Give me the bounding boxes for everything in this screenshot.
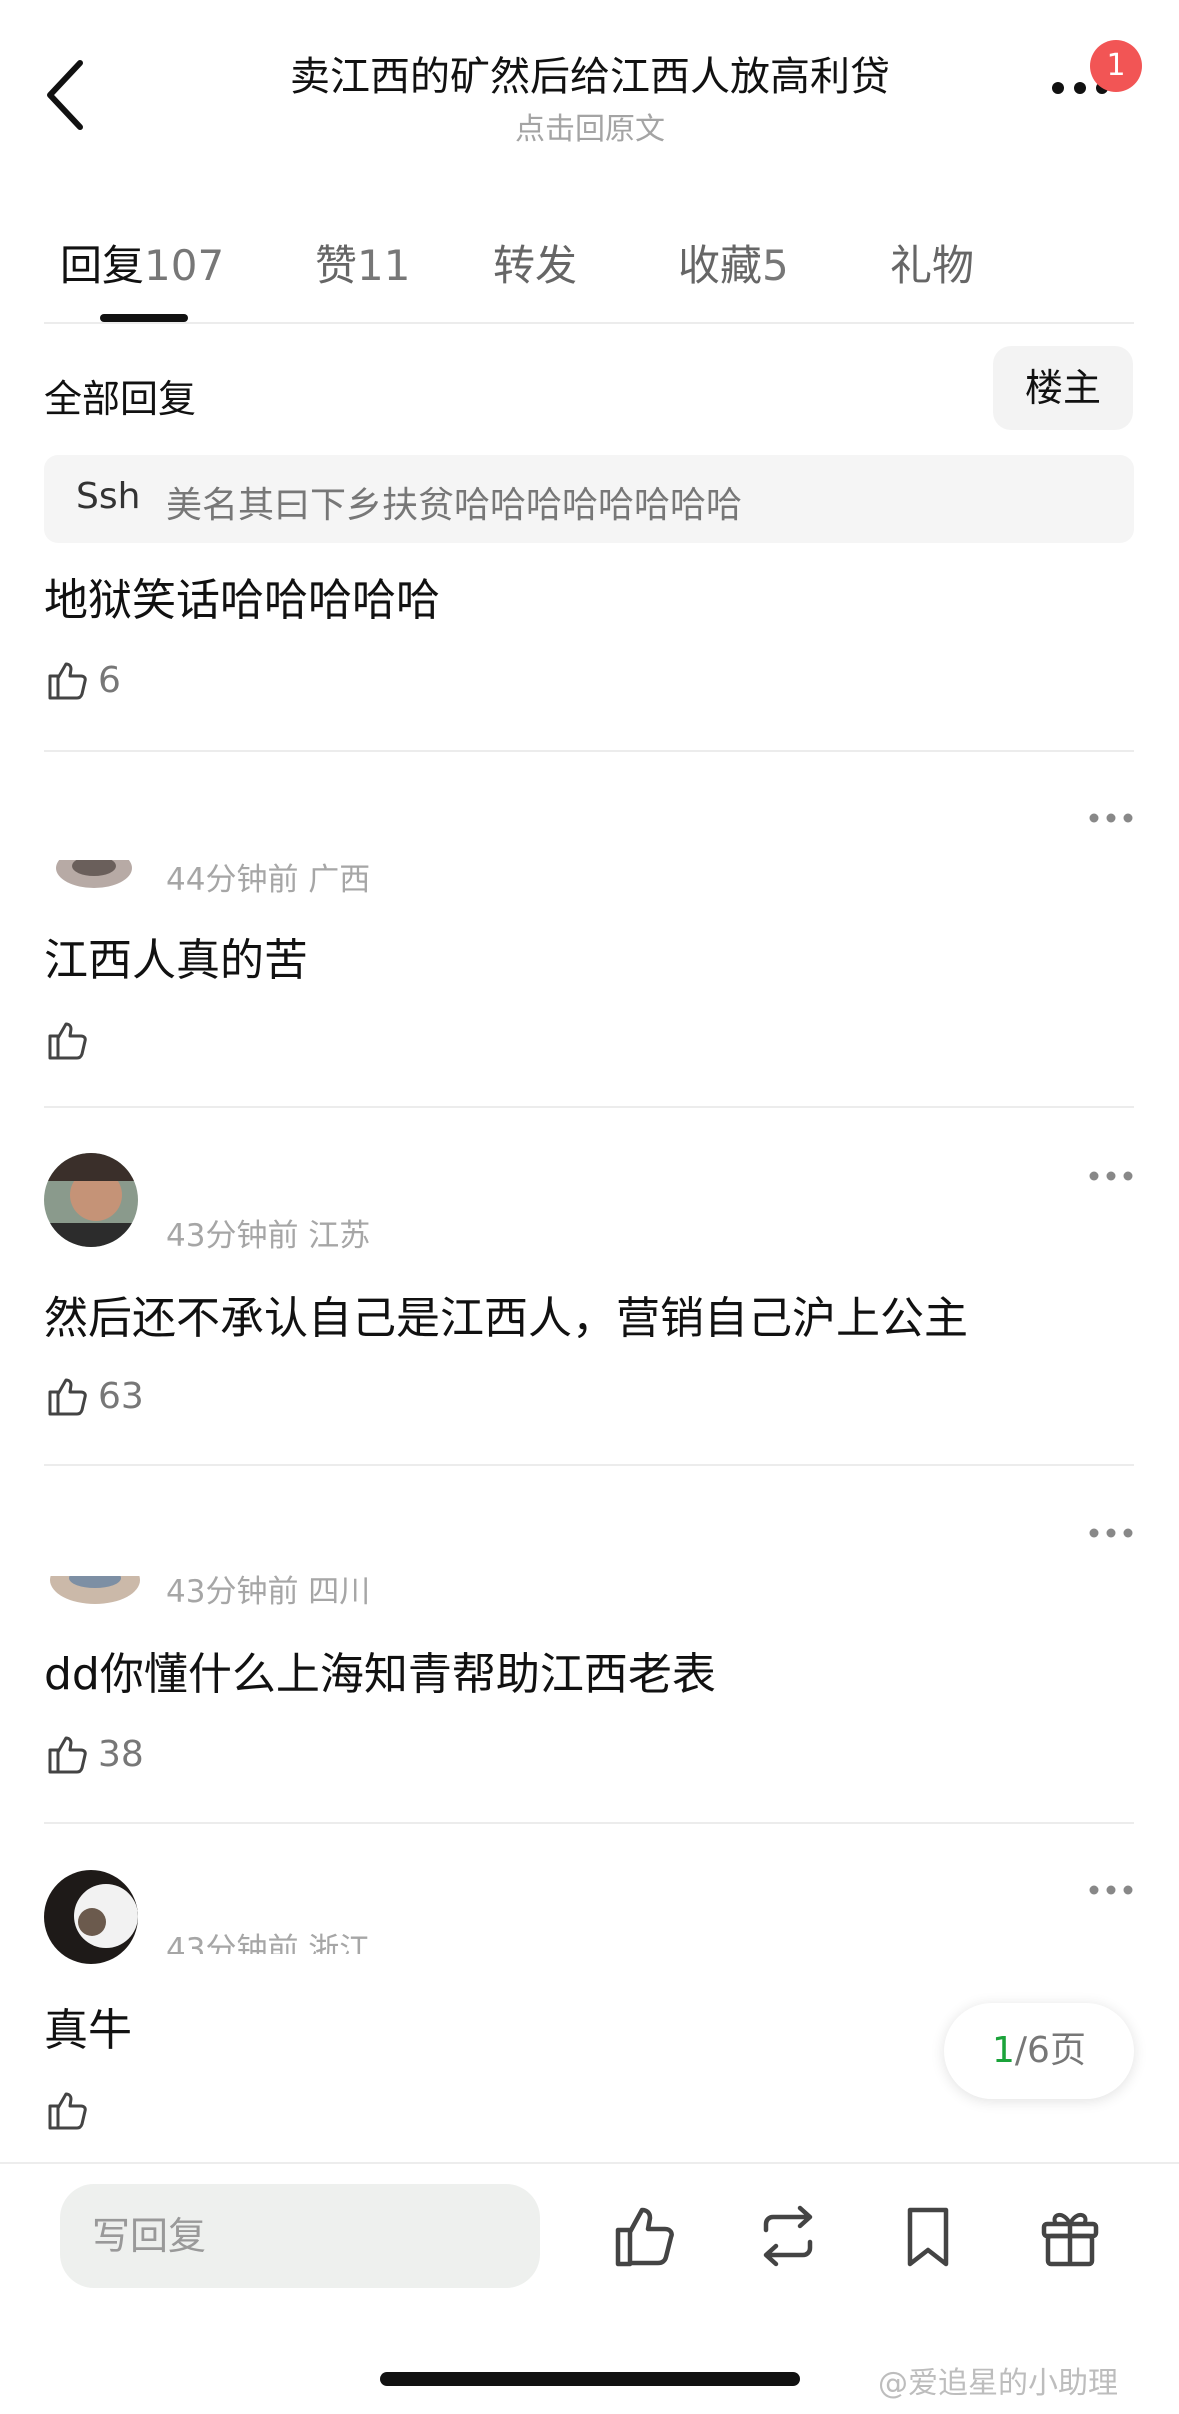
comment-more-icon[interactable] <box>1088 812 1134 824</box>
comment-meta: 43分钟前 江苏 <box>166 1218 371 1254</box>
tab-label: 礼物 <box>890 241 975 290</box>
thumbs-up-icon <box>48 662 87 700</box>
comment-more-icon[interactable] <box>1088 1884 1134 1896</box>
bookmark-icon[interactable] <box>892 2200 964 2272</box>
repost-icon[interactable] <box>752 2200 824 2272</box>
comment-meta: 44分钟前 广西 <box>166 862 371 898</box>
like-button[interactable]: 63 <box>44 1368 144 1424</box>
comment-text: dd你懂什么上海知青帮助江西老表 <box>44 1649 716 1700</box>
divider <box>44 1106 1134 1108</box>
back-to-original-link[interactable]: 点击回原文 <box>200 104 980 148</box>
like-button[interactable] <box>44 2082 98 2138</box>
all-replies-label: 全部回复 <box>44 377 197 421</box>
avatar-image <box>50 1576 140 1604</box>
avatar-image <box>56 860 132 888</box>
tab-reposts[interactable]: 转发 <box>493 232 577 293</box>
tab-label: 收藏 <box>678 241 763 290</box>
thumbs-up-icon <box>48 2092 87 2130</box>
tab-label: 转发 <box>493 241 578 290</box>
tab-likes[interactable]: 赞11 <box>315 232 410 293</box>
avatar[interactable] <box>44 1870 138 1964</box>
divider <box>44 1464 1134 1466</box>
comment-text: 真牛 <box>44 2005 132 2056</box>
home-indicator[interactable] <box>380 2372 800 2386</box>
page-indicator[interactable]: 1/6页 <box>944 2003 1134 2099</box>
like-count: 63 <box>98 1375 144 1417</box>
avatar[interactable] <box>44 1153 138 1247</box>
avatar-image <box>44 1153 138 1247</box>
tab-label: 回复 <box>60 241 145 290</box>
divider <box>44 322 1134 324</box>
thumbs-up-icon <box>48 1022 87 1060</box>
thumbs-up-icon <box>48 1736 87 1774</box>
reply-input[interactable] <box>60 2184 540 2288</box>
gift-icon[interactable] <box>1034 2200 1106 2272</box>
avatar[interactable] <box>56 860 132 890</box>
post-title[interactable]: 卖江西的矿然后给江西人放高利贷 <box>200 44 980 102</box>
like-count: 38 <box>98 1733 144 1775</box>
like-post-icon[interactable] <box>610 2200 682 2272</box>
tab-gifts[interactable]: 礼物 <box>890 232 974 293</box>
like-count: 6 <box>98 659 121 701</box>
like-button[interactable]: 6 <box>44 652 121 708</box>
comment-meta: 43分钟前 浙江 <box>166 1932 371 1954</box>
avatar-image <box>44 1870 138 1964</box>
tab-count: 11 <box>357 241 411 290</box>
quoted-text: 美名其曰下乡扶贫哈哈哈哈哈哈哈哈 <box>166 485 743 526</box>
divider <box>44 1822 1134 1824</box>
comment-more-icon[interactable] <box>1088 1170 1134 1182</box>
back-arrow-icon[interactable] <box>38 55 98 135</box>
comment-more-icon[interactable] <box>1088 1527 1134 1539</box>
quoted-username[interactable]: Ssh <box>76 476 140 517</box>
comment-meta: 43分钟前 四川 <box>166 1574 371 1610</box>
avatar[interactable] <box>50 1576 140 1604</box>
current-page: 1 <box>992 2030 1015 2071</box>
like-button[interactable]: 38 <box>44 1726 144 1782</box>
like-button[interactable] <box>44 1012 98 1068</box>
divider <box>44 750 1134 752</box>
tab-label: 赞 <box>315 241 358 290</box>
total-pages: /6页 <box>1014 2030 1086 2071</box>
tab-replies[interactable]: 回复107 <box>60 232 224 293</box>
notification-badge: 1 <box>1090 40 1142 92</box>
comment-text: 地狱笑话哈哈哈哈哈 <box>44 575 440 626</box>
tab-count: 107 <box>144 241 225 290</box>
thumbs-up-icon <box>48 1378 87 1416</box>
tab-favorites[interactable]: 收藏5 <box>678 232 789 293</box>
comment-text: 然后还不承认自己是江西人，营销自己沪上公主 <box>44 1293 968 1344</box>
op-only-button[interactable]: 楼主 <box>993 346 1133 430</box>
active-tab-indicator <box>100 314 188 322</box>
watermark: @爱追星的小助理 <box>878 2366 1118 2401</box>
tab-count: 5 <box>762 241 789 290</box>
comment-text: 江西人真的苦 <box>44 935 308 986</box>
